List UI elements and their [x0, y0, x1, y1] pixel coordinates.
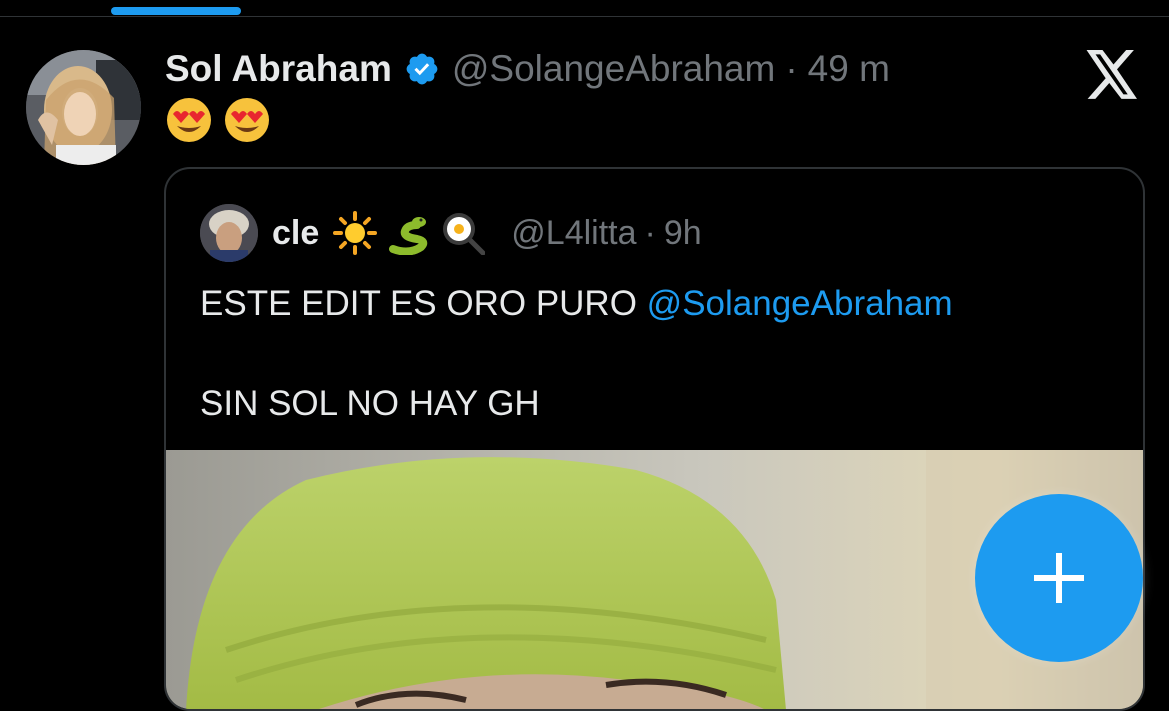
quoted-tweet-header: cle @L4litta · 9h [200, 203, 702, 263]
x-logo-icon[interactable] [1084, 50, 1140, 100]
fried-egg-emoji-icon [441, 211, 486, 256]
quoted-user-handle[interactable]: @L4litta [511, 214, 636, 253]
quoted-text-line-1: ESTE EDIT ES ORO PURO @SolangeAbraham [200, 279, 953, 329]
compose-button[interactable] [975, 494, 1143, 662]
heart-eyes-emoji-icon [165, 96, 213, 144]
active-tab-indicator [111, 7, 241, 15]
quoted-text-content: ESTE EDIT ES ORO PURO [200, 284, 647, 323]
separator-dot: · [785, 48, 798, 89]
quoted-tweet-text: ESTE EDIT ES ORO PURO @SolangeAbraham SI… [200, 279, 953, 429]
quoted-name-emojis [333, 211, 486, 256]
quoted-display-name[interactable]: cle [272, 214, 319, 253]
snake-emoji-icon [387, 211, 431, 256]
heart-eyes-emoji-icon [223, 96, 271, 144]
sun-emoji-icon [333, 211, 378, 255]
tweet-header: Sol Abraham @SolangeAbraham · 49 m [165, 44, 890, 94]
verified-badge-icon [404, 51, 440, 87]
avatar[interactable] [26, 50, 141, 165]
user-handle[interactable]: @SolangeAbraham [452, 48, 775, 90]
mention-link[interactable]: @SolangeAbraham [647, 284, 953, 323]
avatar-image [26, 50, 141, 165]
top-divider [0, 16, 1169, 17]
quoted-timestamp[interactable]: 9h [664, 214, 702, 253]
quoted-avatar[interactable] [200, 204, 258, 262]
timestamp[interactable]: 49 m [808, 48, 890, 90]
quoted-text-blank-line [200, 329, 953, 379]
plus-icon [1034, 553, 1084, 603]
quoted-text-line-2: SIN SOL NO HAY GH [200, 384, 540, 423]
tweet-text [165, 96, 271, 144]
quoted-separator-dot: · [644, 213, 656, 252]
display-name[interactable]: Sol Abraham [165, 48, 392, 90]
